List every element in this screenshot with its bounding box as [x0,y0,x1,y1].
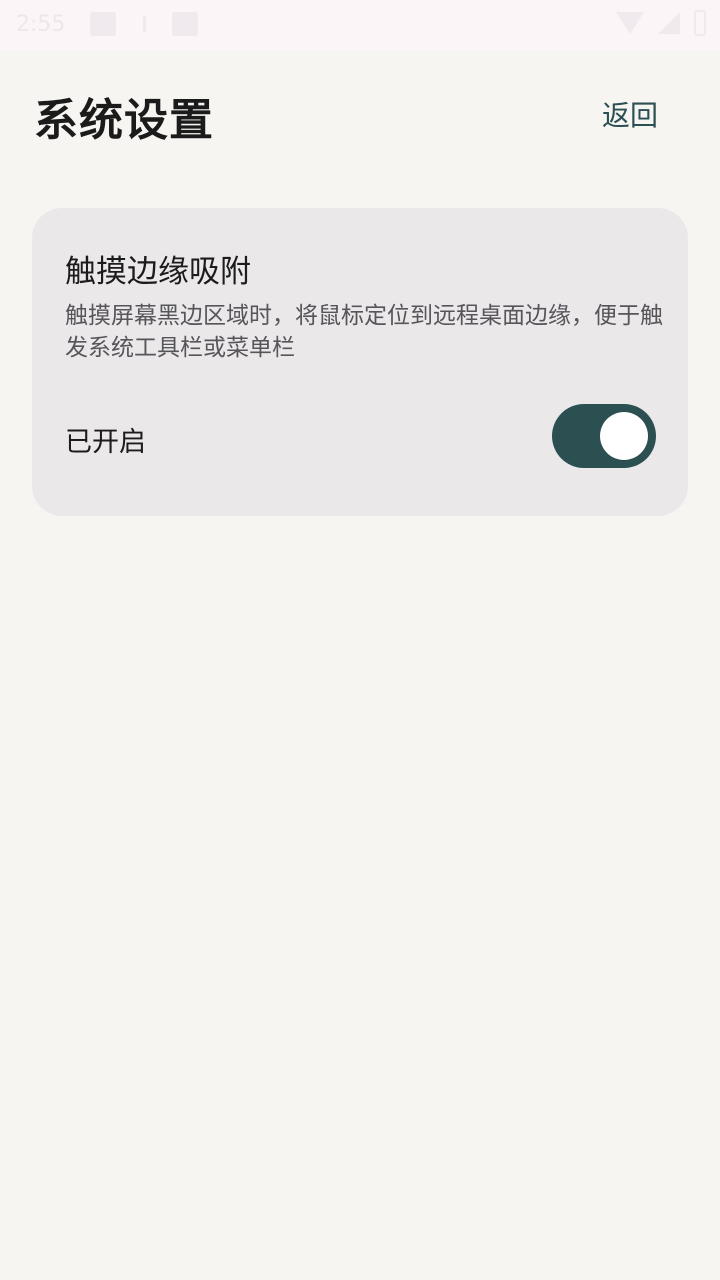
status-bar: 2:55 [0,0,720,50]
back-button[interactable]: 返回 [602,94,658,134]
battery-icon [694,10,706,36]
setting-title: 触摸边缘吸附 [65,254,251,290]
wifi-icon [616,12,644,34]
image-icon [172,12,198,36]
notification-icons [90,12,198,36]
setting-status-label: 已开启 [65,427,146,458]
setting-description: 触摸屏幕黑边区域时，将鼠标定位到远程桌面边缘，便于触发系统工具栏或菜单栏 [65,303,663,361]
toggle-thumb [600,412,648,460]
status-time: 2:55 [16,12,66,37]
download-icon [138,12,150,36]
image-icon [90,12,116,36]
settings-card: 触摸边缘吸附 触摸屏幕黑边区域时，将鼠标定位到远程桌面边缘，便于触发系统工具栏或… [32,208,688,516]
page-title: 系统设置 [34,95,214,146]
system-icons [616,10,706,36]
edge-snap-toggle[interactable] [552,404,656,468]
signal-icon [658,12,680,34]
